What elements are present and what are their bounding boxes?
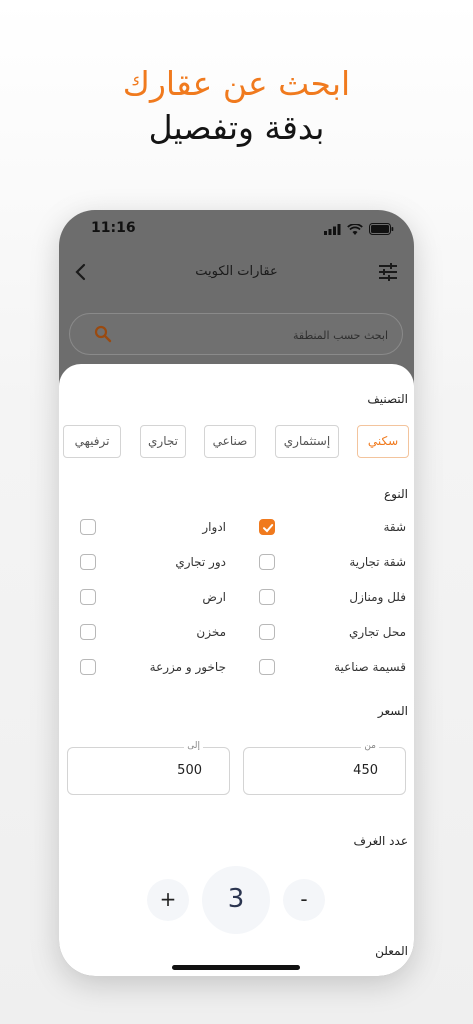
battery-icon [369, 223, 394, 235]
type-option-checkbox[interactable] [259, 624, 275, 640]
search-icon[interactable] [94, 325, 112, 343]
search-bar [69, 313, 403, 355]
status-bar: 11:16 [59, 220, 414, 242]
sliders-icon[interactable] [376, 260, 400, 284]
type-option-label: شقة تجارية [349, 555, 406, 569]
type-option-checkbox[interactable] [80, 519, 96, 535]
type-option-checkbox[interactable] [80, 624, 96, 640]
type-option-checkbox[interactable] [259, 519, 275, 535]
category-chip-industrial[interactable]: صناعي [204, 425, 256, 458]
rooms-plus-button[interactable]: + [147, 879, 189, 921]
type-option-label: فلل ومنازل [349, 590, 406, 604]
filter-sheet: التصنيف سكني إستثماري صناعي تجاري ترفيهي… [59, 364, 414, 976]
type-option-label: ارض [202, 590, 226, 604]
category-chip-commercial[interactable]: تجاري [140, 425, 186, 458]
type-option-label: مخزن [196, 625, 226, 639]
status-time: 11:16 [91, 220, 136, 236]
price-from-label: من [361, 741, 379, 751]
type-title: النوع [384, 487, 408, 501]
type-option-label: دور تجاري [175, 555, 226, 569]
category-title: التصنيف [367, 392, 408, 406]
type-option-checkbox[interactable] [80, 659, 96, 675]
type-option-checkbox[interactable] [259, 554, 275, 570]
type-option-label: ادوار [202, 520, 226, 534]
type-option-checkbox[interactable] [80, 554, 96, 570]
price-to-value: 500 [177, 763, 202, 778]
type-option-label: قسيمة صناعية [334, 660, 406, 674]
status-icons [324, 223, 394, 235]
category-chip-residential[interactable]: سكني [357, 425, 409, 458]
wifi-icon [347, 223, 363, 235]
rooms-value: 3 [202, 866, 270, 934]
advertiser-title: المعلن [375, 944, 408, 958]
type-option-checkbox[interactable] [259, 659, 275, 675]
price-from-field[interactable]: من 450 [243, 741, 406, 795]
app-bar: عقارات الكويت [59, 252, 414, 292]
promo-line-1: ابحث عن عقارك [122, 64, 351, 103]
type-option-checkbox[interactable] [259, 589, 275, 605]
rooms-title: عدد الغرف [353, 834, 408, 848]
type-option-label: محل تجاري [348, 625, 406, 639]
type-option-checkbox[interactable] [80, 589, 96, 605]
price-to-label: إلى [184, 741, 203, 751]
search-input[interactable] [148, 324, 388, 346]
signal-icon [324, 223, 341, 235]
type-option-label: جاخور و مزرعة [149, 660, 226, 674]
promo-line-2: بدقة وتفصيل [148, 108, 325, 147]
home-indicator[interactable] [172, 965, 300, 970]
category-chip-recreational[interactable]: ترفيهي [63, 425, 121, 458]
price-title: السعر [377, 704, 408, 718]
price-to-field[interactable]: إلى 500 [67, 741, 230, 795]
rooms-minus-button[interactable]: - [283, 879, 325, 921]
price-from-value: 450 [353, 763, 378, 778]
check-icon [263, 524, 274, 533]
app-title: عقارات الكويت [195, 264, 278, 279]
type-option-label: شقة [383, 520, 406, 534]
promo-headline: ابحث عن عقارك بدقة وتفصيل [0, 62, 473, 150]
phone-frame: 11:16 عقارات الكويت ابحث حسب المنطقة الت… [59, 210, 414, 976]
category-chip-investment[interactable]: إستثماري [275, 425, 339, 458]
